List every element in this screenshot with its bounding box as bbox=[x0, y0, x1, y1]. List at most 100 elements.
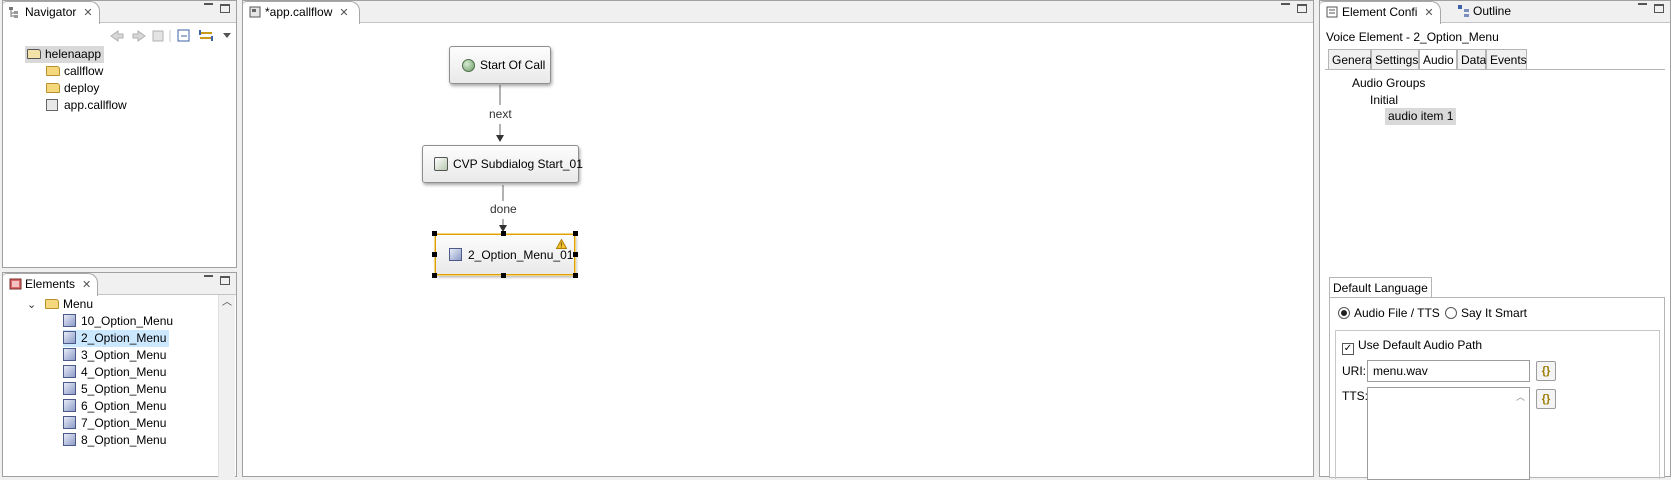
tree-item-callflow[interactable]: callflow bbox=[46, 63, 103, 80]
list-item[interactable]: 6_Option_Menu bbox=[63, 398, 166, 415]
audio-tree-item[interactable]: audio item 1 bbox=[1385, 108, 1457, 125]
close-icon[interactable]: ✕ bbox=[1424, 6, 1433, 19]
list-item-label: 7_Option_Menu bbox=[81, 416, 167, 430]
tab-data[interactable]: Data bbox=[1457, 49, 1486, 69]
view-menu-icon[interactable] bbox=[223, 33, 231, 38]
list-item[interactable]: 8_Option_Menu bbox=[63, 432, 166, 449]
link-editor-icon[interactable] bbox=[199, 30, 213, 41]
flow-connectors bbox=[496, 85, 507, 232]
tree-item-project[interactable]: helenaapp bbox=[25, 46, 105, 63]
selection-handle[interactable] bbox=[432, 273, 437, 278]
tab-default-language[interactable]: Default Language bbox=[1329, 277, 1432, 298]
forward-icon[interactable] bbox=[132, 30, 146, 42]
tab-audio[interactable]: Audio bbox=[1419, 49, 1457, 70]
list-item[interactable]: 4_Option_Menu bbox=[63, 364, 166, 381]
radio-audio-file[interactable]: Audio File / TTS bbox=[1338, 306, 1440, 320]
maximize-icon[interactable] bbox=[220, 276, 230, 285]
audio-tree-group[interactable]: Initial bbox=[1370, 92, 1398, 109]
navigator-toolbar bbox=[107, 27, 237, 45]
list-item[interactable]: 10_Option_Menu bbox=[63, 313, 173, 330]
node-cvp-subdialog-start[interactable]: CVP Subdialog Start_01 bbox=[422, 145, 583, 183]
scroll-up-icon[interactable]: ︿ bbox=[219, 295, 235, 311]
edge-label-next: next bbox=[489, 107, 512, 121]
radio-unselected-icon bbox=[1445, 307, 1457, 319]
uri-input[interactable] bbox=[1367, 360, 1530, 382]
tree-label: deploy bbox=[64, 81, 100, 95]
selection-handle[interactable] bbox=[573, 231, 578, 236]
collapse-all-icon[interactable] bbox=[177, 29, 190, 42]
tts-textarea[interactable] bbox=[1367, 387, 1530, 480]
minimize-icon[interactable] bbox=[204, 275, 213, 277]
list-item-label: 10_Option_Menu bbox=[81, 314, 174, 328]
close-icon[interactable]: ✕ bbox=[83, 6, 92, 19]
tab-events[interactable]: Events bbox=[1486, 49, 1527, 69]
svg-text:!: ! bbox=[560, 243, 562, 250]
back-icon[interactable] bbox=[110, 30, 124, 42]
selection-handle[interactable] bbox=[573, 273, 578, 278]
tts-variable-button[interactable]: {} bbox=[1536, 389, 1556, 409]
tab-settings[interactable]: Settings bbox=[1371, 49, 1419, 69]
use-default-audio-path-checkbox[interactable]: ✓ Use Default Audio Path bbox=[1342, 338, 1482, 355]
list-item[interactable]: 2_Option_Menu bbox=[63, 330, 170, 347]
selection-handle[interactable] bbox=[432, 231, 437, 236]
maximize-icon[interactable] bbox=[220, 4, 230, 13]
config-window-controls bbox=[1638, 3, 1664, 17]
tree-label: callflow bbox=[64, 64, 104, 78]
tree-folder-menu[interactable]: ⌄ Menu bbox=[27, 296, 93, 313]
start-icon bbox=[462, 59, 475, 72]
uri-label: URI: bbox=[1342, 364, 1366, 378]
config-tabbar: Element Confi ✕ Outline bbox=[1320, 1, 1670, 24]
tab-navigator[interactable]: Navigator ✕ bbox=[3, 1, 100, 24]
project-folder-icon bbox=[27, 49, 41, 59]
voice-element-icon bbox=[63, 416, 76, 429]
tree-label: app.callflow bbox=[64, 98, 127, 112]
list-item-label: 2_Option_Menu bbox=[81, 331, 167, 345]
callflow-file-icon bbox=[46, 99, 58, 111]
tab-elements[interactable]: Elements ✕ bbox=[3, 273, 99, 296]
radio-selected-icon bbox=[1338, 307, 1350, 319]
tts-scroll-up-icon[interactable]: ︿ bbox=[1516, 390, 1525, 403]
list-item[interactable]: 5_Option_Menu bbox=[63, 381, 166, 398]
voice-element-icon bbox=[63, 348, 76, 361]
list-item-label: 5_Option_Menu bbox=[81, 382, 167, 396]
tree-item-deploy[interactable]: deploy bbox=[46, 80, 99, 97]
elements-scrollbar[interactable]: ︿ bbox=[218, 295, 235, 478]
list-item[interactable]: 3_Option_Menu bbox=[63, 347, 166, 364]
subdialog-icon bbox=[434, 157, 448, 171]
tab-element-config[interactable]: Element Confi ✕ bbox=[1320, 1, 1441, 24]
selection-handle[interactable] bbox=[501, 231, 506, 236]
node-label: 2_Option_Menu_01 bbox=[468, 247, 574, 262]
close-icon[interactable]: ✕ bbox=[82, 278, 91, 291]
list-item[interactable]: 7_Option_Menu bbox=[63, 415, 166, 432]
selection-handle[interactable] bbox=[501, 273, 506, 278]
radio-label: Say It Smart bbox=[1461, 306, 1528, 320]
list-item-label: 8_Option_Menu bbox=[81, 433, 167, 447]
up-icon[interactable] bbox=[152, 30, 164, 42]
minimize-icon[interactable] bbox=[204, 3, 213, 5]
list-item-label: 3_Option_Menu bbox=[81, 348, 167, 362]
selection-handle[interactable] bbox=[432, 252, 437, 257]
folder-label: Menu bbox=[63, 297, 94, 311]
list-item-label: 6_Option_Menu bbox=[81, 399, 167, 413]
audio-path-group: ✓ Use Default Audio Path URI: {} TTS: ︿ {… bbox=[1335, 330, 1660, 480]
uri-variable-button[interactable]: {} bbox=[1536, 361, 1556, 381]
tree-item-app-callflow[interactable]: app.callflow bbox=[46, 97, 127, 114]
edge-label-done: done bbox=[490, 202, 517, 216]
tts-label: TTS: bbox=[1342, 389, 1368, 403]
tab-outline[interactable]: Outline bbox=[1458, 4, 1511, 18]
elements-icon bbox=[9, 278, 22, 290]
chevron-down-icon[interactable]: ⌄ bbox=[27, 297, 41, 314]
minimize-icon[interactable] bbox=[1638, 3, 1647, 5]
audio-tree-root[interactable]: Audio Groups bbox=[1352, 75, 1425, 92]
config-tabs-baseline bbox=[1325, 69, 1665, 70]
elements-panel: Elements ✕ ⌄ Menu 10_Option_Menu 2_Option_M… bbox=[2, 272, 237, 478]
voice-element-icon bbox=[63, 314, 76, 327]
node-start-of-call[interactable]: Start Of Call bbox=[449, 46, 551, 84]
maximize-icon[interactable] bbox=[1654, 4, 1664, 13]
selection-handle[interactable] bbox=[573, 252, 578, 257]
tab-general[interactable]: General bbox=[1328, 49, 1375, 69]
radio-say-it-smart[interactable]: Say It Smart bbox=[1445, 306, 1527, 320]
node-label: Start Of Call bbox=[480, 58, 546, 72]
node-2-option-menu-01[interactable]: 2_Option_Menu_01 ! bbox=[435, 234, 575, 275]
outline-tab-label: Outline bbox=[1473, 4, 1512, 18]
